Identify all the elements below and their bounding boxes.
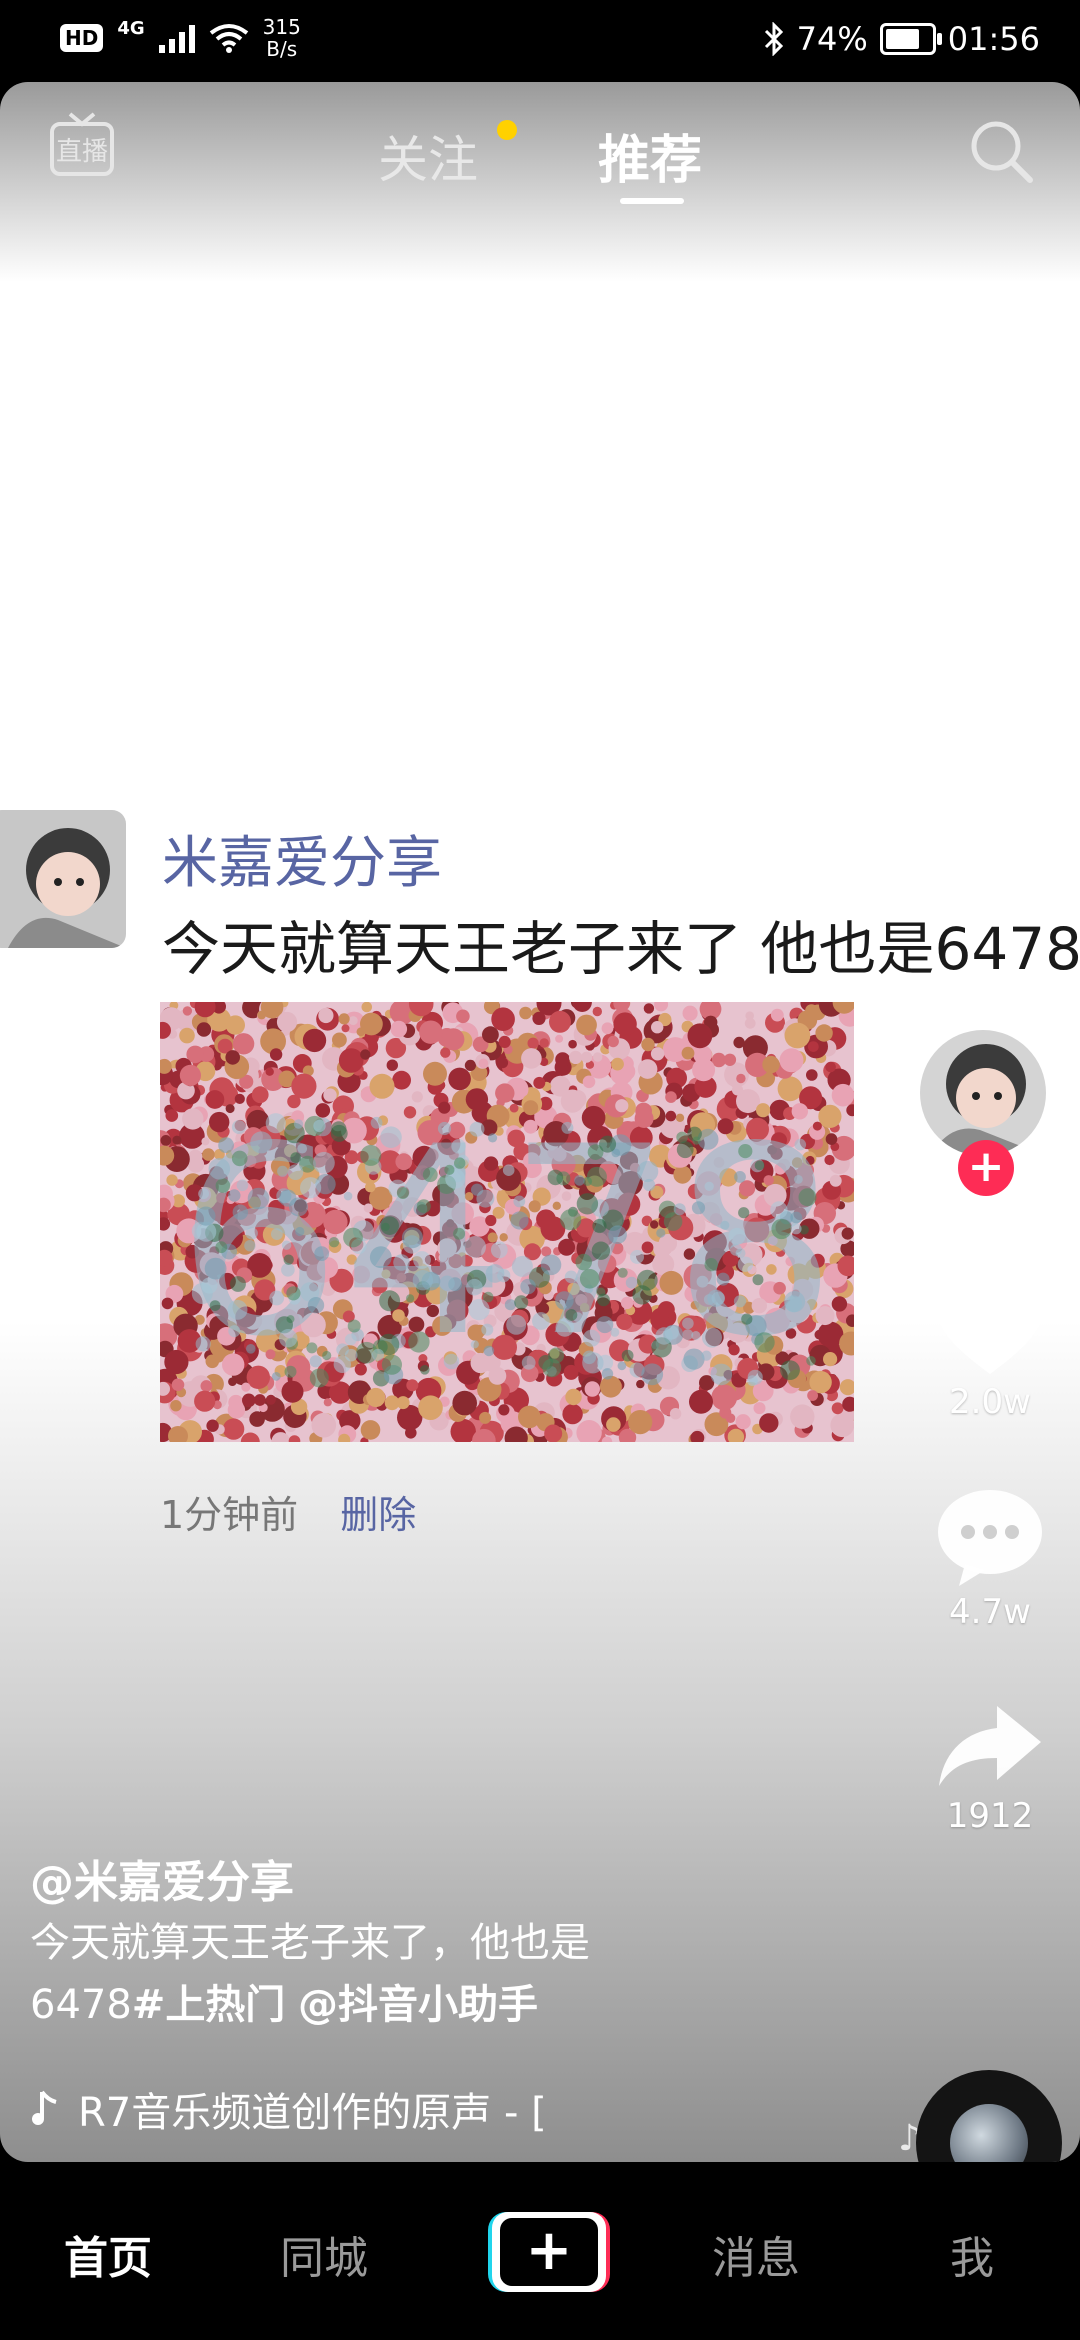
post-meta: 1分钟前 删除 [160, 1484, 416, 1539]
caption-line-1: 今天就算天王老子来了，他也是 [30, 1920, 590, 1966]
status-right: 74% 01:56 [763, 20, 1040, 58]
share-button[interactable]: 1912 [930, 1702, 1050, 1836]
comment-count: 4.7w [949, 1592, 1031, 1632]
music-disc-cover [950, 2104, 1028, 2162]
plus-icon: + [500, 2218, 598, 2286]
tab-nearby[interactable]: 同城 [280, 2222, 368, 2286]
svg-text:直播: 直播 [56, 137, 108, 167]
search-icon[interactable] [966, 116, 1036, 186]
like-button[interactable]: 2.0w [930, 1278, 1050, 1422]
video-author[interactable]: @米嘉爱分享 [30, 1846, 294, 1910]
post-text: 今天就算天王老子来了 他也是6478 [162, 915, 1080, 983]
heart-icon [937, 1280, 1043, 1374]
comment-button[interactable]: 4.7w [930, 1488, 1050, 1632]
bottom-tab-bar: 首页 同城 + 消息 我 [0, 2162, 1080, 2340]
comment-icon [938, 1490, 1042, 1586]
video-feed[interactable]: 直播 关注 推荐 米嘉爱分享 今天就算天王老子来了 他也是6478 647864… [0, 82, 1080, 2162]
status-left: HD 4G 315 B/s [60, 16, 301, 60]
create-button[interactable]: + [488, 2212, 610, 2292]
like-count: 2.0w [949, 1382, 1031, 1422]
notification-dot [497, 120, 517, 140]
battery-percent: 74% [796, 20, 868, 58]
color-blindness-test-image: 64786478 [160, 1002, 854, 1442]
post-avatar [0, 810, 126, 948]
clock: 01:56 [947, 20, 1040, 58]
share-count: 1912 [946, 1796, 1034, 1836]
hashtag-link[interactable]: #上热门 [132, 1982, 286, 2028]
delete-link[interactable]: 删除 [340, 1493, 416, 1537]
network-speed: 315 B/s [263, 16, 301, 60]
tab-follow[interactable]: 关注 [378, 120, 478, 192]
share-arrow-icon [939, 1706, 1041, 1786]
top-nav: 直播 关注 推荐 [0, 82, 1080, 242]
status-bar: HD 4G 315 B/s 74% 01:56 [0, 0, 1080, 82]
music-title: R7音乐频道创作的原声 - [ [78, 2090, 547, 2136]
bluetooth-icon [764, 22, 783, 56]
tab-recommend[interactable]: 推荐 [598, 118, 702, 193]
signal-icon [158, 23, 195, 53]
tab-me[interactable]: 我 [950, 2222, 994, 2286]
tab-home[interactable]: 首页 [64, 2222, 152, 2286]
tab-messages[interactable]: 消息 [712, 2222, 800, 2286]
mention-link[interactable]: @抖音小助手 [298, 1982, 538, 2028]
post-username: 米嘉爱分享 [162, 831, 442, 896]
live-tv-icon[interactable]: 直播 [50, 110, 114, 180]
post-time: 1分钟前 [160, 1493, 299, 1537]
battery-icon [879, 23, 942, 55]
music-disc[interactable] [916, 2070, 1062, 2162]
hd-badge: HD [60, 24, 104, 52]
speed-value: 315 [262, 15, 301, 39]
caption-line-2: 6478#上热门 @抖音小助手 [30, 1974, 690, 2036]
music-note-icon [32, 2090, 57, 2125]
network-type: 4G [117, 17, 145, 39]
active-tab-indicator [620, 198, 684, 204]
video-caption: 今天就算天王老子来了，他也是 6478#上热门 @抖音小助手 [30, 1912, 690, 2036]
wifi-icon [209, 24, 248, 53]
caption-number: 6478 [30, 1982, 132, 2028]
music-info[interactable]: R7音乐频道创作的原声 - [ [30, 2080, 570, 2138]
speed-unit: B/s [266, 37, 298, 61]
follow-plus-button[interactable]: + [958, 1140, 1014, 1196]
